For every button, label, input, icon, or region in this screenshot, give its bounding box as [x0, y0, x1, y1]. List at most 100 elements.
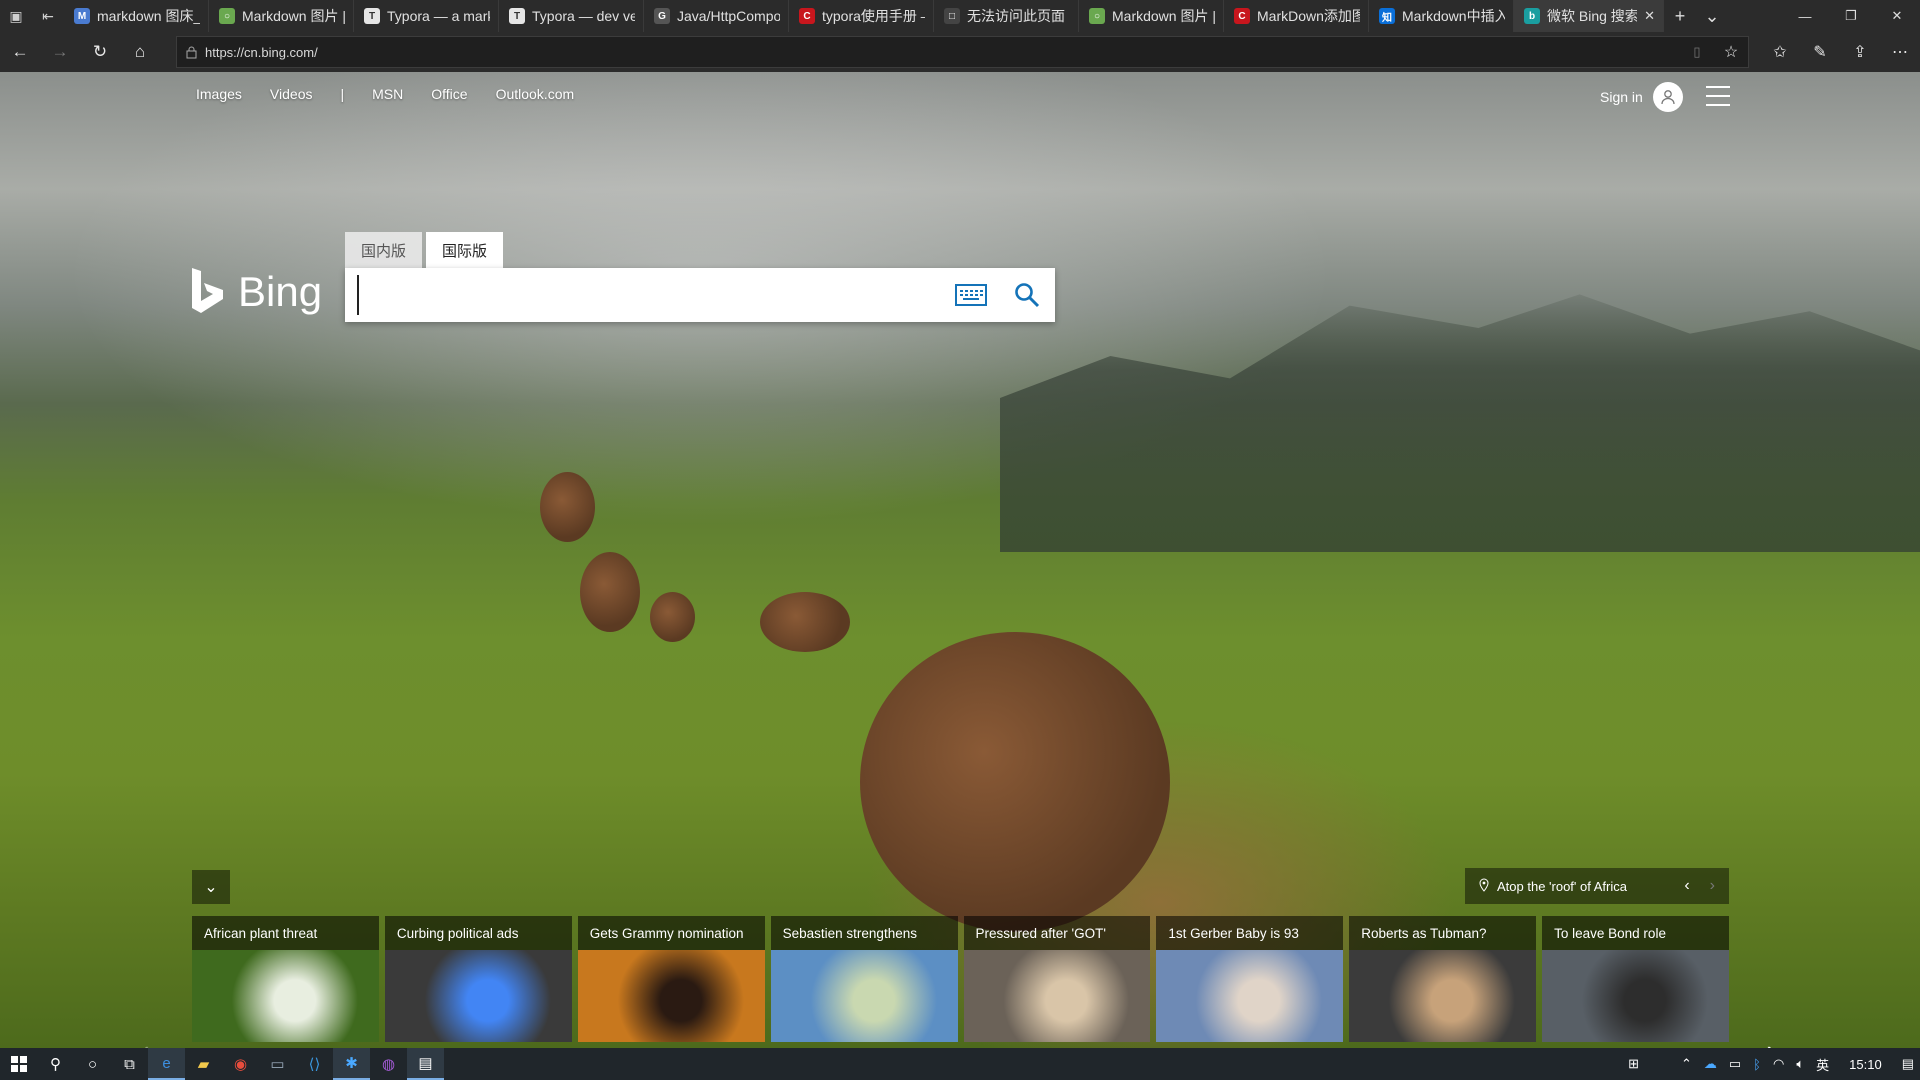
nav-office-link[interactable]: Office	[417, 84, 481, 104]
volume-icon[interactable]: 🔈︎	[1790, 1056, 1810, 1072]
file-explorer-icon[interactable]: ▰	[185, 1048, 222, 1080]
news-card-thumbnail	[1349, 950, 1537, 1042]
notes-pen-icon[interactable]: ✎	[1800, 32, 1840, 72]
browser-toolbar: ← → ↻ ⌂ https://cn.bing.com/ ▯ ☆ ✩ ✎ ⇪ ⋯	[0, 32, 1920, 72]
task-view-icon[interactable]: ⧉	[111, 1048, 148, 1080]
home-button[interactable]: ⌂	[120, 32, 160, 72]
keyboard-icon[interactable]	[943, 268, 999, 322]
remote-desktop-icon[interactable]: ▭	[259, 1048, 296, 1080]
bing-top-nav: Images Videos | MSN Office Outlook.com	[182, 84, 588, 104]
bing-homepage: Images Videos | MSN Office Outlook.com S…	[0, 72, 1920, 1048]
nav-videos-link[interactable]: Videos	[256, 84, 327, 104]
news-card[interactable]: To leave Bond role	[1542, 916, 1729, 1042]
favorites-icon[interactable]: ✩	[1760, 32, 1800, 72]
reading-view-icon[interactable]: ▯	[1680, 44, 1714, 60]
lock-icon	[177, 46, 205, 59]
onedrive-icon[interactable]: ☁	[1698, 1056, 1723, 1072]
more-menu-icon[interactable]: ⋯	[1880, 32, 1920, 72]
nav-separator: |	[340, 86, 345, 102]
search-box	[345, 268, 1055, 322]
image-location-caption[interactable]: Atop the 'roof' of Africa ‹ ›	[1465, 868, 1729, 904]
restore-button[interactable]: ❐	[1828, 0, 1874, 32]
news-card[interactable]: 1st Gerber Baby is 93	[1156, 916, 1344, 1042]
nav-outlook-link[interactable]: Outlook.com	[482, 84, 589, 104]
vscode-icon[interactable]: ⟨⟩	[296, 1048, 333, 1080]
browser-tab[interactable]: T Typora — a markc	[354, 0, 499, 32]
cortana-icon[interactable]: ○	[74, 1048, 111, 1080]
nav-images-link[interactable]: Images	[182, 84, 256, 104]
browser-tab[interactable]: □ 无法访问此页面	[934, 0, 1079, 32]
news-card[interactable]: African plant threat	[192, 916, 379, 1042]
set-aside-tabs-icon[interactable]: ⇤	[32, 0, 64, 32]
browser-tab[interactable]: G Java/HttpCompon	[644, 0, 789, 32]
share-icon[interactable]: ⇪	[1840, 32, 1880, 72]
back-button[interactable]: ←	[0, 32, 40, 72]
action-center-icon[interactable]: ▤	[1896, 1056, 1920, 1072]
news-card[interactable]: Sebastien strengthens	[770, 916, 958, 1042]
close-window-button[interactable]: ✕	[1874, 0, 1920, 32]
news-card-thumbnail	[1156, 950, 1344, 1042]
sign-in-button[interactable]: Sign in	[1600, 82, 1683, 112]
clock-time[interactable]: 15:10	[1835, 1057, 1896, 1072]
typora-icon[interactable]: ▤	[407, 1048, 444, 1080]
news-card[interactable]: Curbing political ads	[384, 916, 572, 1042]
user-avatar-icon	[1652, 82, 1683, 112]
address-bar[interactable]: https://cn.bing.com/ ▯ ☆	[176, 36, 1749, 68]
browser-tab[interactable]: ○ Markdown 图片 |:	[1079, 0, 1224, 32]
browser-tab[interactable]: T Typora — dev vers	[499, 0, 644, 32]
window-controls: — ❐ ✕	[1782, 0, 1920, 32]
bing-logo[interactable]: Bing	[190, 268, 322, 316]
background-baboon-small	[650, 592, 695, 642]
tab-domestic[interactable]: 国内版	[345, 232, 423, 268]
tab-international[interactable]: 国际版	[426, 232, 504, 268]
browser-tab[interactable]: ○ Markdown 图片 |:	[209, 0, 354, 32]
refresh-button[interactable]: ↻	[80, 32, 120, 72]
chrome-icon[interactable]: ◉	[222, 1048, 259, 1080]
next-image-icon[interactable]: ›	[1710, 877, 1715, 895]
url-text[interactable]: https://cn.bing.com/	[205, 45, 318, 60]
background-baboon-small	[760, 592, 850, 652]
app-star-icon[interactable]: ✱	[333, 1048, 370, 1080]
news-card[interactable]: Roberts as Tubman?	[1349, 916, 1537, 1042]
start-windows-icon[interactable]	[0, 1048, 37, 1080]
tray-expand-icon[interactable]: ⌃	[1675, 1056, 1698, 1072]
browser-tab[interactable]: Mmarkdown 图床_B	[64, 0, 209, 32]
carousel-next-icon[interactable]: ›	[1756, 1032, 1786, 1049]
favorite-star-icon[interactable]: ☆	[1714, 42, 1748, 62]
tab-title: Markdown中插入|	[1402, 8, 1505, 24]
tab-favicon-icon: C	[1234, 8, 1250, 24]
tab-preview-chevron-icon[interactable]: ⌄	[1696, 0, 1728, 32]
bluetooth-icon[interactable]: ᛒ	[1747, 1057, 1767, 1072]
purple-app-icon[interactable]: ◍	[370, 1048, 407, 1080]
browser-tab[interactable]: b 微软 Bing 搜索 ✕	[1514, 0, 1664, 32]
browser-tab[interactable]: 知 Markdown中插入|	[1369, 0, 1514, 32]
scroll-down-chevron-icon[interactable]: ⌄	[192, 870, 230, 904]
tab-favicon-icon: 知	[1379, 8, 1395, 24]
previous-image-icon[interactable]: ‹	[1684, 877, 1689, 895]
close-tab-icon[interactable]: ✕	[1644, 8, 1655, 24]
tab-title: Markdown 图片 |:	[1112, 8, 1215, 24]
search-icon[interactable]	[999, 268, 1055, 322]
input-language[interactable]: 英	[1810, 1055, 1835, 1074]
tab-favicon-icon: T	[509, 8, 525, 24]
minimize-button[interactable]: —	[1782, 0, 1828, 32]
nav-msn-link[interactable]: MSN	[358, 84, 417, 104]
news-carousel: African plant threat Curbing political ad…	[192, 916, 1729, 1042]
hamburger-menu-icon[interactable]	[1706, 86, 1730, 106]
new-tab-button[interactable]: +	[1664, 0, 1696, 32]
tab-actions-icon[interactable]: ▣	[0, 0, 32, 32]
browser-tab-bar: ▣ ⇤ Mmarkdown 图床_B ○ Markdown 图片 |: T Typora…	[0, 0, 1920, 32]
browser-tab[interactable]: Ctypora使用手册 —	[789, 0, 934, 32]
browser-tab[interactable]: C MarkDown添加图	[1224, 0, 1369, 32]
news-card[interactable]: Pressured after 'GOT'	[963, 916, 1151, 1042]
forward-button[interactable]: →	[40, 32, 80, 72]
carousel-prev-icon[interactable]: ‹	[130, 1032, 160, 1049]
search-input[interactable]	[357, 275, 943, 315]
edge-browser-icon[interactable]: e	[148, 1048, 185, 1080]
tab-title: Java/HttpCompon	[677, 8, 780, 24]
ime-mode-icon[interactable]: ⊞	[1622, 1056, 1645, 1072]
battery-icon[interactable]: ▭	[1723, 1056, 1747, 1072]
news-card[interactable]: Gets Grammy nomination	[577, 916, 765, 1042]
network-icon[interactable]: ◠	[1767, 1056, 1790, 1072]
search-taskbar-icon[interactable]: ⚲	[37, 1048, 74, 1080]
